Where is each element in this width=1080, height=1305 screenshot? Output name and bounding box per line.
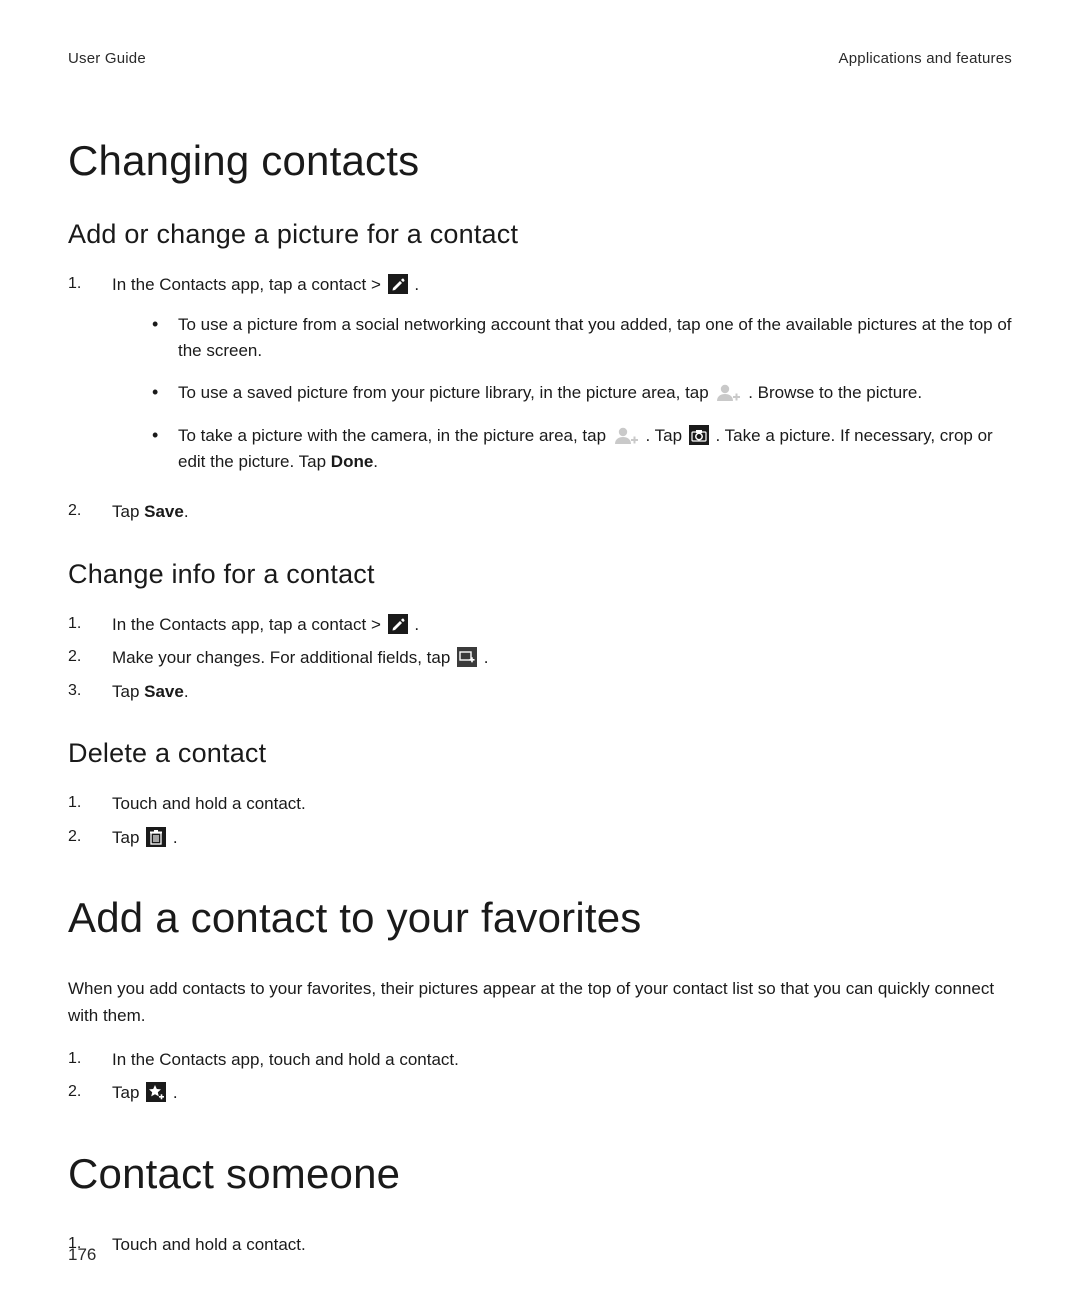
page-header: User Guide Applications and features [68,50,1012,67]
bullet-text: To use a picture from a social networkin… [178,312,1012,365]
step-text: . [173,1083,178,1102]
step-number: 3. [68,679,112,703]
edit-icon [388,274,408,294]
list-item: • To use a saved picture from your pictu… [112,380,1012,406]
bullet-text: . [373,452,378,471]
list-item: 2. Tap . [68,825,1012,851]
bullet-text: . Browse to the picture. [748,383,922,402]
bullet-marker: • [112,312,178,337]
list-item: • To use a picture from a social network… [112,312,1012,365]
list-item: 2. Tap Save. [68,499,1012,525]
header-right: Applications and features [839,50,1012,67]
change-info-steps: 1. In the Contacts app, tap a contact > … [68,612,1012,705]
step-number: 2. [68,825,112,849]
step-text: Tap [112,1083,144,1102]
heading-delete-contact: Delete a contact [68,738,1012,769]
delete-contact-steps: 1. Touch and hold a contact. 2. Tap . [68,791,1012,850]
step-number: 1. [68,791,112,815]
step-text: Tap [112,502,144,521]
favorites-intro: When you add contacts to your favorites,… [68,976,1012,1029]
step-text: In the Contacts app, tap a contact > [112,275,386,294]
done-label: Done [331,452,374,471]
step-text: Make your changes. For additional fields… [112,648,455,667]
step-text: . [414,615,419,634]
step-text: In the Contacts app, tap a contact > [112,615,386,634]
step-number: 1. [68,1047,112,1071]
sub-bullets: • To use a picture from a social network… [112,312,1012,476]
list-item: 1. In the Contacts app, tap a contact > … [68,612,1012,638]
list-item: 1. Touch and hold a contact. [68,1232,1012,1258]
heading-favorites: Add a contact to your favorites [68,894,1012,942]
add-picture-steps: 1. In the Contacts app, tap a contact > … [68,272,1012,525]
heading-change-info: Change info for a contact [68,559,1012,590]
contact-someone-steps: 1. Touch and hold a contact. [68,1232,1012,1258]
bullet-marker: • [112,423,178,448]
step-text: In the Contacts app, touch and hold a co… [112,1047,1012,1073]
step-text: . [184,682,189,701]
step-number: 2. [68,1080,112,1104]
add-contact-picture-icon [715,382,741,402]
list-item: 1. In the Contacts app, tap a contact > … [68,272,1012,491]
step-text: . [414,275,419,294]
heading-changing-contacts: Changing contacts [68,137,1012,185]
camera-icon [689,425,709,445]
header-left: User Guide [68,50,146,67]
edit-icon [388,614,408,634]
list-item: 2. Make your changes. For additional fie… [68,645,1012,671]
page-number: 176 [68,1245,96,1265]
heading-contact-someone: Contact someone [68,1150,1012,1198]
step-text: Tap [112,682,144,701]
step-text: . [184,502,189,521]
bullet-text: To use a saved picture from your picture… [178,383,713,402]
step-text: Touch and hold a contact. [112,791,1012,817]
favorites-steps: 1. In the Contacts app, touch and hold a… [68,1047,1012,1106]
add-contact-picture-icon [613,425,639,445]
bullet-text: To take a picture with the camera, in th… [178,426,611,445]
bullet-text: . Tap [646,426,687,445]
step-text: . [173,828,178,847]
step-number: 1. [68,612,112,636]
star-add-icon [146,1082,166,1102]
add-field-icon [457,647,477,667]
step-text: Touch and hold a contact. [112,1232,1012,1258]
step-number: 2. [68,499,112,523]
save-label: Save [144,682,184,701]
list-item: 1. Touch and hold a contact. [68,791,1012,817]
list-item: 1. In the Contacts app, touch and hold a… [68,1047,1012,1073]
heading-add-picture: Add or change a picture for a contact [68,219,1012,250]
bullet-marker: • [112,380,178,405]
list-item: 2. Tap . [68,1080,1012,1106]
step-text: Tap [112,828,144,847]
step-number: 2. [68,645,112,669]
step-number: 1. [68,272,112,296]
document-page: User Guide Applications and features Cha… [0,0,1080,1305]
list-item: • To take a picture with the camera, in … [112,423,1012,476]
step-text: . [484,648,489,667]
list-item: 3. Tap Save. [68,679,1012,705]
save-label: Save [144,502,184,521]
trash-icon [146,827,166,847]
